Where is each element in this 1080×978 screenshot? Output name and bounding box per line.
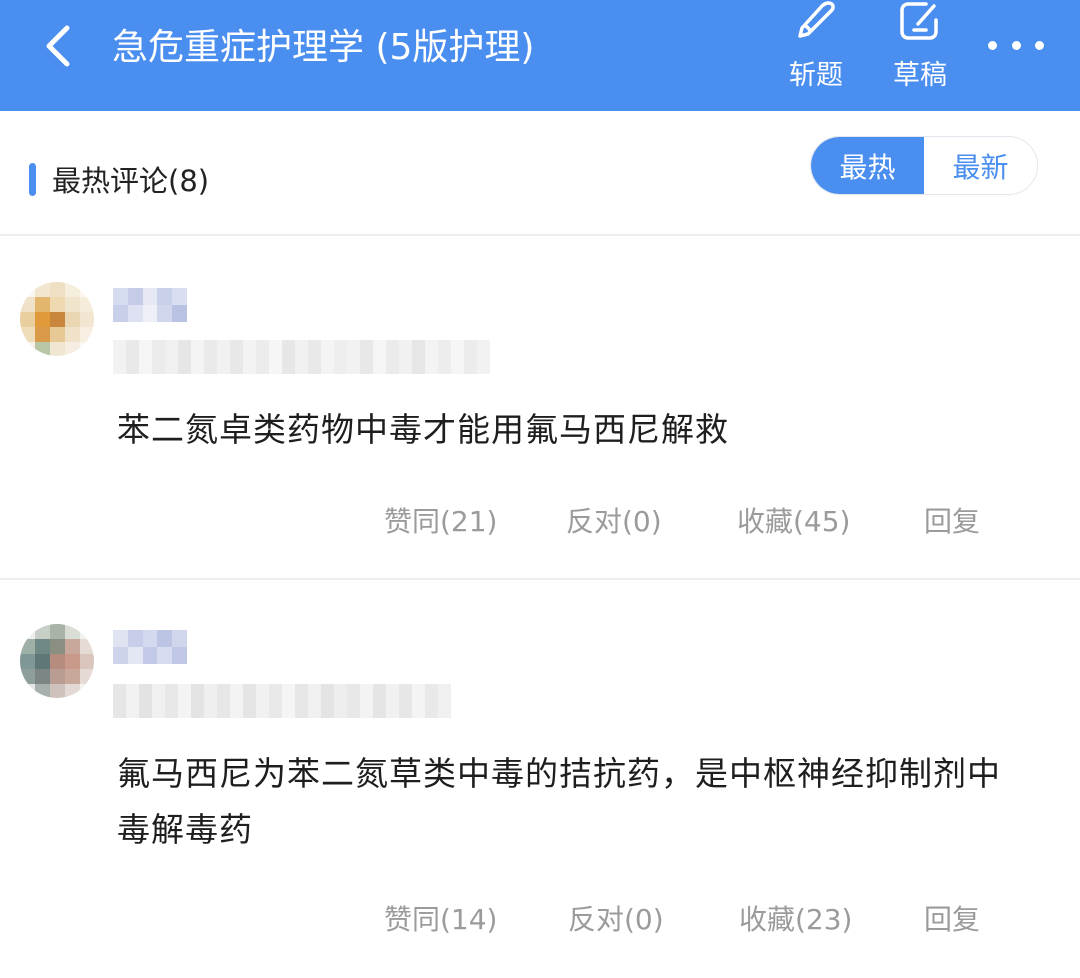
comments-section-header: 最热评论(8) 最热 最新: [0, 111, 1080, 236]
comment-text: 氟马西尼为苯二氮草类中毒的拮抗药，是中枢神经抑制剂中毒解毒药: [117, 754, 1001, 849]
upvote-button[interactable]: 赞同(21): [384, 500, 497, 544]
more-menu-button[interactable]: [988, 30, 1044, 60]
section-accent-bar: [29, 163, 36, 196]
avatar[interactable]: [20, 282, 94, 356]
comment-item: 氟马西尼为苯二氮草类中毒的拮抗药，是中枢神经抑制剂中毒解毒药 赞同(14) 反对…: [0, 580, 1080, 978]
username-redacted[interactable]: [113, 288, 187, 322]
comment-text: 苯二氮卓类药物中毒才能用氟马西尼解救: [117, 410, 729, 449]
back-button[interactable]: [36, 24, 80, 68]
comment-item: 苯二氮卓类药物中毒才能用氟马西尼解救 赞同(21) 反对(0) 收藏(45) 回…: [0, 238, 1080, 580]
page-title: 急危重症护理学 (5版护理): [112, 27, 535, 68]
draft-button[interactable]: 草稿: [874, 0, 966, 100]
favorite-button[interactable]: 收藏(45): [737, 500, 850, 544]
more-dot-icon: [1035, 40, 1044, 50]
user-meta-redacted: [113, 684, 451, 718]
chevron-left-icon: [46, 25, 70, 67]
zhan-ti-button[interactable]: 斩题: [770, 0, 862, 100]
username-redacted[interactable]: [113, 630, 187, 664]
knife-icon: [798, 1, 835, 38]
avatar[interactable]: [20, 624, 94, 698]
edit-draft-icon: [900, 2, 938, 40]
reply-button[interactable]: 回复: [924, 500, 980, 544]
top-app-bar: 急危重症护理学 (5版护理) 斩题 草稿: [0, 0, 1080, 111]
sort-toggle: 最热 最新: [810, 136, 1038, 195]
sort-hottest-tab[interactable]: 最热: [811, 137, 924, 194]
draft-label: 草稿: [893, 60, 947, 91]
favorite-button[interactable]: 收藏(23): [739, 898, 852, 942]
upvote-button[interactable]: 赞同(14): [384, 898, 497, 942]
zhan-ti-label: 斩题: [789, 60, 843, 91]
comment-actions: 赞同(21) 反对(0) 收藏(45) 回复: [0, 500, 1080, 544]
more-dot-icon: [1011, 40, 1021, 50]
downvote-button[interactable]: 反对(0): [566, 500, 662, 544]
downvote-button[interactable]: 反对(0): [568, 898, 664, 942]
user-meta-redacted: [113, 340, 490, 374]
section-title: 最热评论(8): [52, 164, 210, 198]
comment-actions: 赞同(14) 反对(0) 收藏(23) 回复: [0, 898, 1080, 942]
sort-newest-tab[interactable]: 最新: [924, 137, 1037, 194]
reply-button[interactable]: 回复: [924, 898, 980, 942]
more-dot-icon: [988, 40, 997, 50]
